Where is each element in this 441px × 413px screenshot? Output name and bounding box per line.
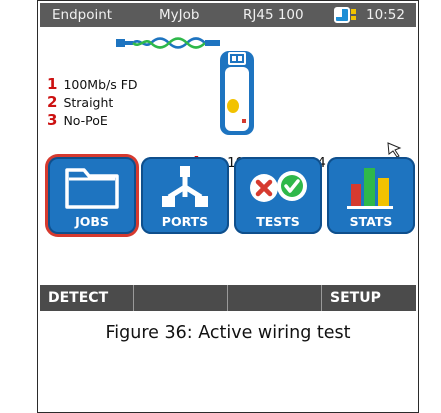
device-screen: Endpoint MyJob RJ45 100 10:52 1100Mb/s [40, 3, 416, 311]
wiring-text: Straight [63, 95, 114, 110]
status-time: 10:52 [366, 7, 405, 23]
status-mode: Endpoint [52, 7, 113, 23]
cursor-icon [387, 142, 402, 158]
setup-softkey[interactable]: SETUP [322, 285, 416, 311]
result-row-poe: 3 No-PoE [47, 111, 108, 129]
stats-button[interactable]: STATS [327, 157, 415, 234]
detect-softkey[interactable]: DETECT [40, 285, 134, 311]
softkey-2[interactable] [134, 285, 228, 311]
link-speed-text: 100Mb/s FD [63, 77, 138, 92]
battery-icon [334, 7, 358, 23]
result-row-speed: 1 100Mb/s FD [47, 75, 138, 93]
cable-icon [116, 37, 220, 49]
jobs-label: JOBS [75, 214, 109, 229]
stats-label: STATS [349, 214, 393, 229]
network-ports-icon [162, 166, 208, 207]
softkey-3[interactable] [228, 285, 322, 311]
main-menu-tiles: JOBS PORTS TESTS STATS [44, 157, 415, 234]
jobs-button[interactable]: JOBS [48, 157, 136, 234]
tests-label: TESTS [256, 214, 300, 229]
status-bar: Endpoint MyJob RJ45 100 10:52 [40, 3, 416, 27]
ports-button[interactable]: PORTS [141, 157, 229, 234]
bar-chart-icon [347, 168, 393, 209]
status-port: RJ45 100 [243, 7, 304, 23]
tests-button[interactable]: TESTS [234, 157, 322, 234]
figure-caption: Figure 36: Active wiring test [105, 323, 351, 343]
tester-device-icon [220, 51, 254, 135]
pass-fail-icon [250, 171, 307, 202]
ports-label: PORTS [161, 214, 209, 229]
main-content: 1100Mb/s FD 2Straight 3No-PoE 4IP:192.10… [40, 27, 416, 281]
poe-text: No-PoE [63, 113, 108, 128]
folder-icon [65, 168, 119, 209]
softkey-bar: DETECT SETUP [40, 285, 416, 311]
status-profile: MyJob [159, 7, 200, 23]
result-row-wiring: 2 Straight [47, 93, 114, 111]
